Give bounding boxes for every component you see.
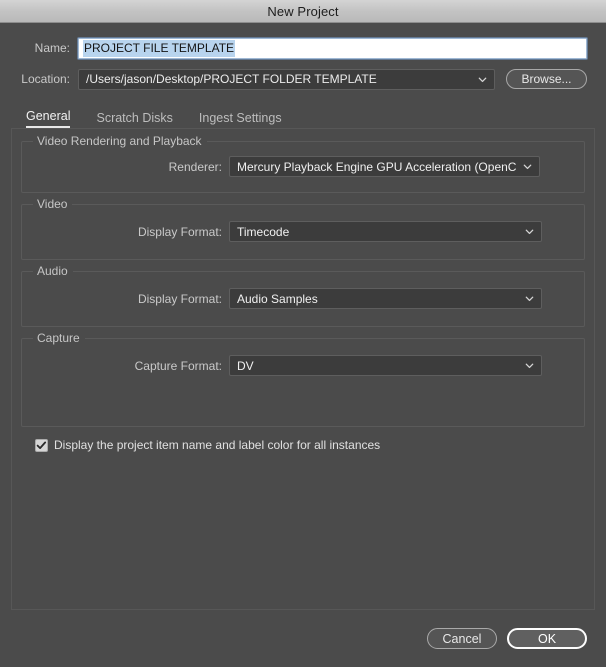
audio-display-format-value: Audio Samples: [237, 291, 318, 306]
dialog-titlebar[interactable]: New Project: [0, 0, 606, 23]
audio-display-format-row: Display Format: Audio Samples: [32, 288, 574, 309]
group-capture-legend: Capture: [33, 331, 85, 345]
project-name-input[interactable]: PROJECT FILE TEMPLATE: [78, 37, 587, 59]
renderer-label: Renderer:: [168, 159, 222, 174]
renderer-value: Mercury Playback Engine GPU Acceleration…: [237, 159, 516, 174]
tab-ingest-settings[interactable]: Ingest Settings: [199, 111, 282, 128]
dialog-title: New Project: [267, 3, 339, 19]
renderer-dropdown[interactable]: Mercury Playback Engine GPU Acceleration…: [229, 156, 540, 177]
tab-bar: General Scratch Disks Ingest Settings: [26, 107, 606, 128]
capture-format-row: Capture Format: DV: [32, 355, 574, 376]
cancel-button-label: Cancel: [442, 631, 482, 646]
location-label: Location:: [21, 72, 70, 86]
video-display-format-label: Display Format:: [137, 224, 222, 239]
audio-display-format-dropdown[interactable]: Audio Samples: [229, 288, 542, 309]
group-video-rendering-playback: Video Rendering and Playback Renderer: M…: [21, 134, 585, 193]
group-video-rendering-playback-legend: Video Rendering and Playback: [33, 134, 207, 148]
tab-scratch-disks[interactable]: Scratch Disks: [96, 111, 172, 128]
browse-button[interactable]: Browse...: [506, 69, 587, 89]
tab-general-label: General: [26, 109, 71, 123]
location-row: Location: /Users/jason/Desktop/PROJECT F…: [0, 68, 606, 90]
group-audio: Audio Display Format: Audio Samples: [21, 264, 585, 327]
capture-format-value: DV: [237, 358, 254, 373]
tab-scratch-disks-label: Scratch Disks: [96, 111, 173, 125]
capture-format-label: Capture Format:: [134, 358, 222, 373]
name-row: Name: PROJECT FILE TEMPLATE: [0, 37, 606, 59]
group-video: Video Display Format: Timecode: [21, 197, 585, 260]
display-project-item-name-checkbox[interactable]: [35, 438, 48, 452]
video-display-format-value: Timecode: [237, 224, 290, 239]
location-value: /Users/jason/Desktop/PROJECT FOLDER TEMP…: [86, 72, 377, 86]
display-project-item-name-label: Display the project item name and label …: [54, 438, 381, 452]
display-project-item-name-checkbox-row[interactable]: Display the project item name and label …: [35, 438, 585, 452]
ok-button[interactable]: OK: [507, 628, 587, 649]
chevron-down-icon: [523, 164, 532, 170]
checkmark-icon: [36, 441, 47, 449]
group-audio-legend: Audio: [33, 264, 73, 278]
chevron-down-icon: [525, 229, 534, 235]
location-select[interactable]: /Users/jason/Desktop/PROJECT FOLDER TEMP…: [78, 68, 495, 90]
chevron-down-icon: [525, 296, 534, 302]
chevron-down-icon: [478, 77, 487, 82]
cancel-button[interactable]: Cancel: [427, 628, 497, 649]
audio-display-format-label: Display Format:: [137, 291, 222, 306]
name-label: Name:: [34, 41, 70, 55]
chevron-down-icon: [525, 363, 534, 369]
renderer-row: Renderer: Mercury Playback Engine GPU Ac…: [32, 156, 574, 177]
project-name-value: PROJECT FILE TEMPLATE: [83, 39, 236, 57]
ok-button-label: OK: [537, 631, 557, 646]
general-tab-panel: Video Rendering and Playback Renderer: M…: [11, 128, 595, 610]
capture-format-dropdown[interactable]: DV: [229, 355, 542, 376]
video-display-format-dropdown[interactable]: Timecode: [229, 221, 542, 242]
group-video-legend: Video: [33, 197, 73, 211]
tab-general[interactable]: General: [26, 109, 71, 128]
new-project-dialog: New Project Name: PROJECT FILE TEMPLATE …: [0, 0, 606, 667]
video-display-format-row: Display Format: Timecode: [32, 221, 574, 242]
browse-button-label: Browse...: [521, 72, 572, 86]
dialog-footer: Cancel OK: [0, 610, 606, 667]
tab-ingest-settings-label: Ingest Settings: [198, 111, 282, 125]
group-capture: Capture Capture Format: DV: [21, 331, 585, 427]
